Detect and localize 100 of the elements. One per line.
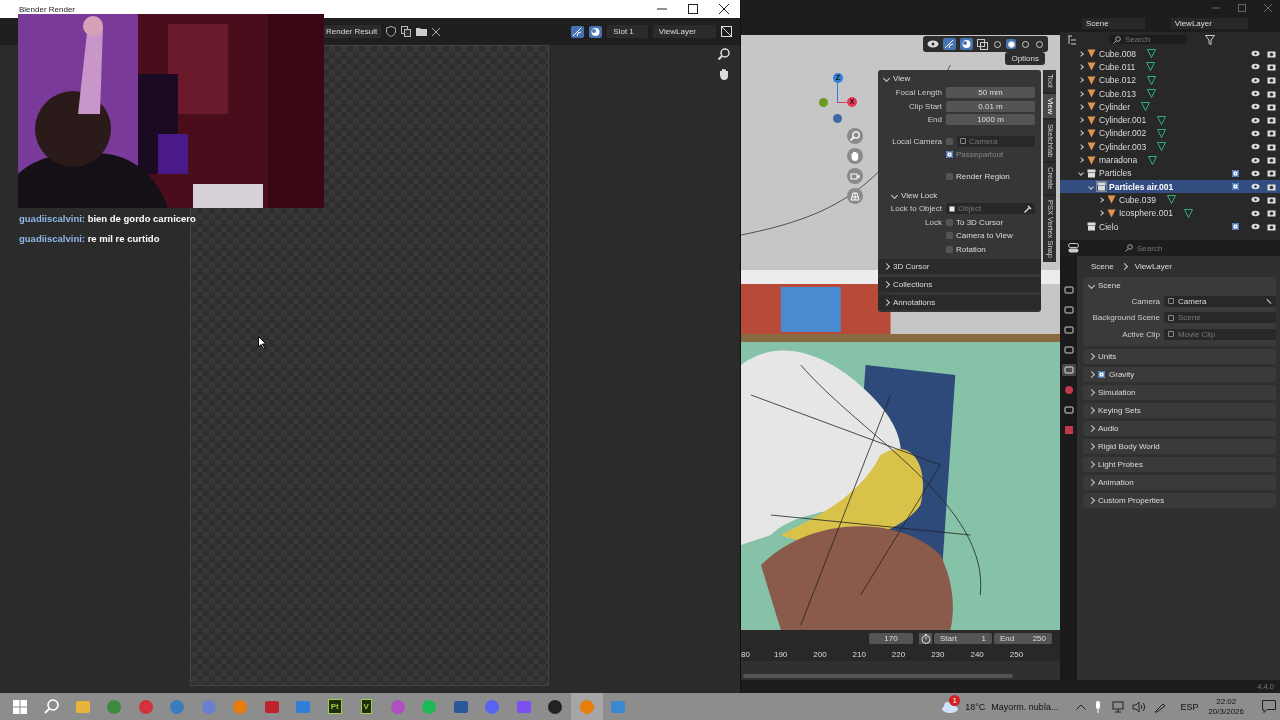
- checkbox[interactable]: Render Region: [946, 171, 1010, 181]
- eye-icon[interactable]: [1251, 90, 1260, 98]
- outliner-item[interactable]: Cube.011: [1060, 60, 1280, 74]
- properties-tab[interactable]: [1061, 344, 1076, 356]
- outliner-item[interactable]: maradona: [1060, 153, 1280, 167]
- eye-icon[interactable]: [1251, 209, 1260, 217]
- eye-icon[interactable]: [1251, 156, 1260, 164]
- camera-icon[interactable]: [1267, 76, 1276, 85]
- close-icon[interactable]: [719, 4, 729, 14]
- eye-icon[interactable]: [1251, 143, 1260, 151]
- xray-icon[interactable]: [977, 38, 988, 50]
- panel-header[interactable]: Simulation: [1083, 384, 1276, 400]
- properties-tab[interactable]: [1061, 304, 1076, 316]
- panel-header[interactable]: Light Probes: [1083, 456, 1276, 472]
- current-frame-field[interactable]: 170: [869, 633, 913, 644]
- panel-header[interactable]: Collections: [878, 277, 1041, 292]
- microphone-icon[interactable]: [1094, 700, 1103, 713]
- eyedropper-icon[interactable]: [1024, 204, 1032, 213]
- clock[interactable]: 22:02 20/3/2026: [1208, 696, 1244, 717]
- chevron-up-icon[interactable]: [1076, 703, 1087, 710]
- breadcrumb-item[interactable]: Scene: [1091, 261, 1114, 271]
- image-name-field[interactable]: Render Result: [322, 25, 382, 38]
- display-mode-icon[interactable]: [1068, 34, 1079, 45]
- camera-icon[interactable]: [1267, 195, 1276, 204]
- close-icon[interactable]: [432, 27, 441, 36]
- outliner-item[interactable]: Cube.008: [1060, 47, 1280, 61]
- panel-header[interactable]: Units: [1083, 348, 1276, 364]
- camera-icon[interactable]: [1267, 49, 1276, 58]
- properties-tab[interactable]: [1061, 284, 1076, 296]
- stopwatch-icon[interactable]: [919, 633, 932, 644]
- panel-header[interactable]: Annotations: [878, 295, 1041, 310]
- properties-tab[interactable]: [1061, 404, 1076, 416]
- hand-icon[interactable]: [718, 68, 730, 80]
- outliner-item[interactable]: Cube.013: [1060, 86, 1280, 101]
- checkbox[interactable]: [1232, 169, 1239, 177]
- panel-header[interactable]: View: [878, 70, 1041, 86]
- slot-dropdown[interactable]: Slot 1: [607, 25, 648, 38]
- display-icon[interactable]: [589, 25, 603, 38]
- checkbox[interactable]: [1232, 223, 1239, 230]
- editor-type-icon[interactable]: [1068, 243, 1079, 253]
- outliner-item[interactable]: Cylinder: [1060, 100, 1280, 114]
- camera-icon[interactable]: [1267, 142, 1276, 151]
- checkbox[interactable]: [946, 137, 953, 145]
- camera-icon[interactable]: [1267, 129, 1276, 138]
- data-field[interactable]: Camera: [1164, 295, 1276, 307]
- panel-header[interactable]: Rigid Body World: [1083, 438, 1276, 454]
- network-icon[interactable]: [1110, 700, 1125, 713]
- camera-icon[interactable]: [1267, 62, 1276, 71]
- gizmo-toggle-icon[interactable]: [943, 38, 956, 50]
- notification-icon[interactable]: [1262, 700, 1276, 713]
- panel-header[interactable]: Gravity: [1083, 366, 1276, 382]
- checkbox[interactable]: Camera to View: [946, 231, 1013, 241]
- checkbox[interactable]: [1098, 370, 1105, 378]
- overlay-icon[interactable]: [571, 25, 585, 38]
- outliner-item[interactable]: Icosphere.001: [1060, 206, 1280, 220]
- properties-tab[interactable]: [1061, 324, 1076, 336]
- end-frame-field[interactable]: End 250: [994, 633, 1052, 644]
- number-field[interactable]: 1000 m: [946, 114, 1035, 126]
- eye-icon[interactable]: [1251, 223, 1260, 230]
- eye-icon[interactable]: [1251, 116, 1260, 124]
- weather-widget[interactable]: 1 18°C Mayorm. nubla...: [939, 693, 1059, 720]
- eye-icon[interactable]: [1251, 76, 1260, 84]
- eye-icon[interactable]: [1251, 50, 1260, 58]
- outliner-item[interactable]: Cube.012: [1060, 73, 1280, 87]
- speaker-icon[interactable]: [1132, 700, 1147, 713]
- panel-header[interactable]: Custom Properties: [1083, 492, 1276, 508]
- camera-icon[interactable]: [1267, 116, 1276, 125]
- outliner-item[interactable]: Cylinder.002: [1060, 126, 1280, 141]
- panel-header[interactable]: Keying Sets: [1083, 402, 1276, 418]
- camera-icon[interactable]: [1267, 222, 1276, 231]
- outliner-item[interactable]: Particles: [1060, 166, 1280, 180]
- taskbar-app[interactable]: Pt: [319, 693, 351, 720]
- camera-icon[interactable]: [1267, 182, 1276, 191]
- maximize-icon[interactable]: [688, 4, 698, 14]
- camera-icon[interactable]: [1267, 169, 1276, 178]
- overlay-icon[interactable]: [960, 38, 973, 50]
- number-field[interactable]: 0.01 m: [946, 100, 1035, 112]
- shield-icon[interactable]: [386, 26, 397, 37]
- options-dropdown[interactable]: Options: [1005, 52, 1045, 65]
- taskbar-app[interactable]: V: [350, 693, 382, 720]
- filter-icon[interactable]: [1205, 34, 1215, 45]
- scene-selector[interactable]: Scene: [1082, 18, 1145, 29]
- checkbox[interactable]: [1232, 183, 1239, 191]
- eye-icon[interactable]: [1251, 183, 1260, 191]
- language-indicator[interactable]: ESP: [1180, 701, 1199, 712]
- checkbox[interactable]: Rotation: [946, 244, 986, 254]
- channel-icon[interactable]: [721, 26, 732, 37]
- shading-button[interactable]: [1006, 39, 1016, 49]
- duplicate-icon[interactable]: [401, 26, 412, 37]
- folder-icon[interactable]: [416, 27, 428, 36]
- subpanel-header[interactable]: View Lock: [878, 183, 1041, 202]
- scrollbar[interactable]: [743, 674, 1013, 678]
- panel-header[interactable]: 3D Cursor: [878, 259, 1041, 274]
- eye-icon[interactable]: [1251, 196, 1260, 204]
- camera-icon[interactable]: [1267, 89, 1276, 98]
- eye-icon[interactable]: [1251, 103, 1260, 111]
- panel-header[interactable]: Animation: [1083, 474, 1276, 490]
- search-field[interactable]: Search: [1109, 35, 1187, 44]
- eye-icon[interactable]: [1251, 63, 1260, 71]
- camera-icon[interactable]: [1267, 209, 1276, 218]
